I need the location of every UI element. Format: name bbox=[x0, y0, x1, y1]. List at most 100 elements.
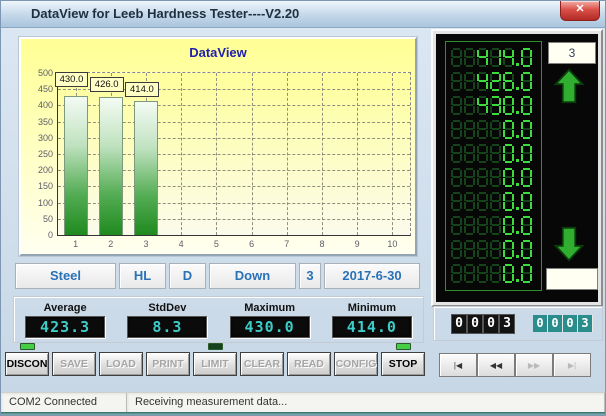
close-icon: ✕ bbox=[575, 3, 584, 15]
chart-plot-area: 0501001502002503003504004505001234567891… bbox=[57, 72, 411, 236]
x-tick-label: 8 bbox=[319, 239, 324, 249]
decimal-point bbox=[516, 159, 519, 162]
seven-seg-digit bbox=[503, 168, 514, 187]
first-record-button[interactable]: |◀ bbox=[439, 353, 477, 377]
next-record-button: ▶▶ bbox=[515, 353, 553, 377]
seven-seg-digit bbox=[451, 144, 462, 163]
seven-seg-digit bbox=[477, 120, 488, 139]
seven-seg-digit bbox=[490, 192, 501, 211]
display-row-1 bbox=[449, 45, 541, 69]
seven-seg-digit bbox=[521, 240, 532, 259]
seven-seg-digit bbox=[521, 168, 532, 187]
seven-seg-digit bbox=[503, 120, 514, 139]
decimal-point bbox=[516, 207, 519, 210]
y-tick-label: 300 bbox=[25, 133, 53, 143]
scroll-up-button[interactable] bbox=[553, 68, 585, 109]
stat-label: Average bbox=[44, 302, 87, 314]
y-tick-label: 100 bbox=[25, 198, 53, 208]
stat-label: StdDev bbox=[148, 302, 186, 314]
reading-index-box: 3 bbox=[548, 42, 596, 64]
x-tick-label: 1 bbox=[73, 239, 78, 249]
discon-button[interactable]: DISCON bbox=[5, 352, 49, 376]
x-gridline bbox=[392, 73, 393, 235]
y-tick-label: 500 bbox=[25, 68, 53, 78]
print-button: PRINT bbox=[146, 352, 190, 376]
stat-lcd-value: 430.0 bbox=[230, 316, 310, 338]
x-gridline bbox=[181, 73, 182, 235]
stop-led-indicator bbox=[396, 343, 411, 350]
seven-seg-digit bbox=[503, 264, 514, 283]
counter-right-digit: 0 bbox=[548, 315, 563, 332]
seven-seg-digit bbox=[451, 96, 462, 115]
seven-seg-digit bbox=[521, 216, 532, 235]
display-row-8 bbox=[449, 213, 541, 237]
decimal-point bbox=[516, 231, 519, 234]
bar-value-label: 426.0 bbox=[90, 77, 124, 92]
decimal-point bbox=[516, 183, 519, 186]
seven-seg-digit bbox=[451, 192, 462, 211]
up-arrow-icon bbox=[553, 91, 585, 108]
toolbar: DISCONSAVELOADPRINTLIMITCLEARREADCONFIGS… bbox=[5, 343, 429, 376]
limit-button: LIMIT bbox=[193, 352, 237, 376]
seven-seg-digit bbox=[503, 216, 514, 235]
toolbar-group-save: SAVE bbox=[52, 343, 96, 376]
led-display-screen: 3 bbox=[436, 34, 598, 302]
save-button: SAVE bbox=[52, 352, 96, 376]
stat-label: Maximum bbox=[244, 302, 295, 314]
x-gridline bbox=[216, 73, 217, 235]
stop-button[interactable]: STOP bbox=[381, 352, 425, 376]
last-record-button: ▶| bbox=[553, 353, 591, 377]
discon-led-indicator bbox=[20, 343, 35, 350]
info-cell-4: 3 bbox=[299, 263, 321, 289]
status-connection: COM2 Connected bbox=[1, 393, 127, 412]
chart-bar bbox=[99, 97, 123, 235]
seven-seg-digit bbox=[464, 72, 475, 91]
measurement-info-row: SteelHLDDown32017-6-30 bbox=[15, 263, 422, 289]
seven-seg-digit bbox=[521, 144, 532, 163]
seven-seg-digit bbox=[490, 264, 501, 283]
seven-seg-digit bbox=[464, 120, 475, 139]
stat-label: Minimum bbox=[348, 302, 396, 314]
y-tick-label: 0 bbox=[25, 230, 53, 240]
seven-seg-digit bbox=[451, 216, 462, 235]
display-row-7 bbox=[449, 189, 541, 213]
seven-seg-digit bbox=[464, 48, 475, 67]
y-tick-label: 450 bbox=[25, 84, 53, 94]
counter-left-digit: 3 bbox=[500, 315, 514, 333]
record-navigator: |◀◀◀▶▶▶| bbox=[439, 353, 591, 377]
load-button: LOAD bbox=[99, 352, 143, 376]
y-tick-label: 50 bbox=[25, 214, 53, 224]
x-gridline bbox=[357, 73, 358, 235]
decimal-point bbox=[516, 111, 519, 114]
stat-minimum: Minimum414.0 bbox=[321, 302, 423, 338]
display-bottom-box bbox=[546, 268, 598, 290]
seven-seg-digit bbox=[477, 240, 488, 259]
seven-seg-digit bbox=[521, 192, 532, 211]
info-cell-5: 2017-6-30 bbox=[324, 263, 420, 289]
seven-seg-digit bbox=[490, 72, 501, 91]
config-button: CONFIG bbox=[334, 352, 378, 376]
title-bar[interactable]: DataView for Leeb Hardness Tester----V2.… bbox=[1, 1, 605, 28]
seven-seg-digit bbox=[521, 120, 532, 139]
y-tick-label: 200 bbox=[25, 165, 53, 175]
seven-segment-readout bbox=[445, 41, 542, 291]
display-row-5 bbox=[449, 141, 541, 165]
close-button[interactable]: ✕ bbox=[560, 1, 600, 21]
seven-seg-digit bbox=[451, 72, 462, 91]
chart-bar bbox=[134, 101, 158, 235]
display-row-3 bbox=[449, 93, 541, 117]
display-row-6 bbox=[449, 165, 541, 189]
prev-record-button[interactable]: ◀◀ bbox=[477, 353, 515, 377]
seven-seg-digit bbox=[464, 216, 475, 235]
toolbar-group-discon: DISCON bbox=[5, 343, 49, 376]
seven-seg-digit bbox=[490, 96, 501, 115]
scroll-down-button[interactable] bbox=[553, 226, 585, 267]
decimal-point bbox=[516, 63, 519, 66]
seven-seg-digit bbox=[464, 264, 475, 283]
x-tick-label: 2 bbox=[108, 239, 113, 249]
seven-seg-digit bbox=[451, 168, 462, 187]
statistics-panel: Average423.3StdDev8.3Maximum430.0Minimum… bbox=[13, 296, 424, 343]
x-gridline bbox=[322, 73, 323, 235]
x-tick-label: 4 bbox=[179, 239, 184, 249]
decimal-point bbox=[516, 87, 519, 90]
